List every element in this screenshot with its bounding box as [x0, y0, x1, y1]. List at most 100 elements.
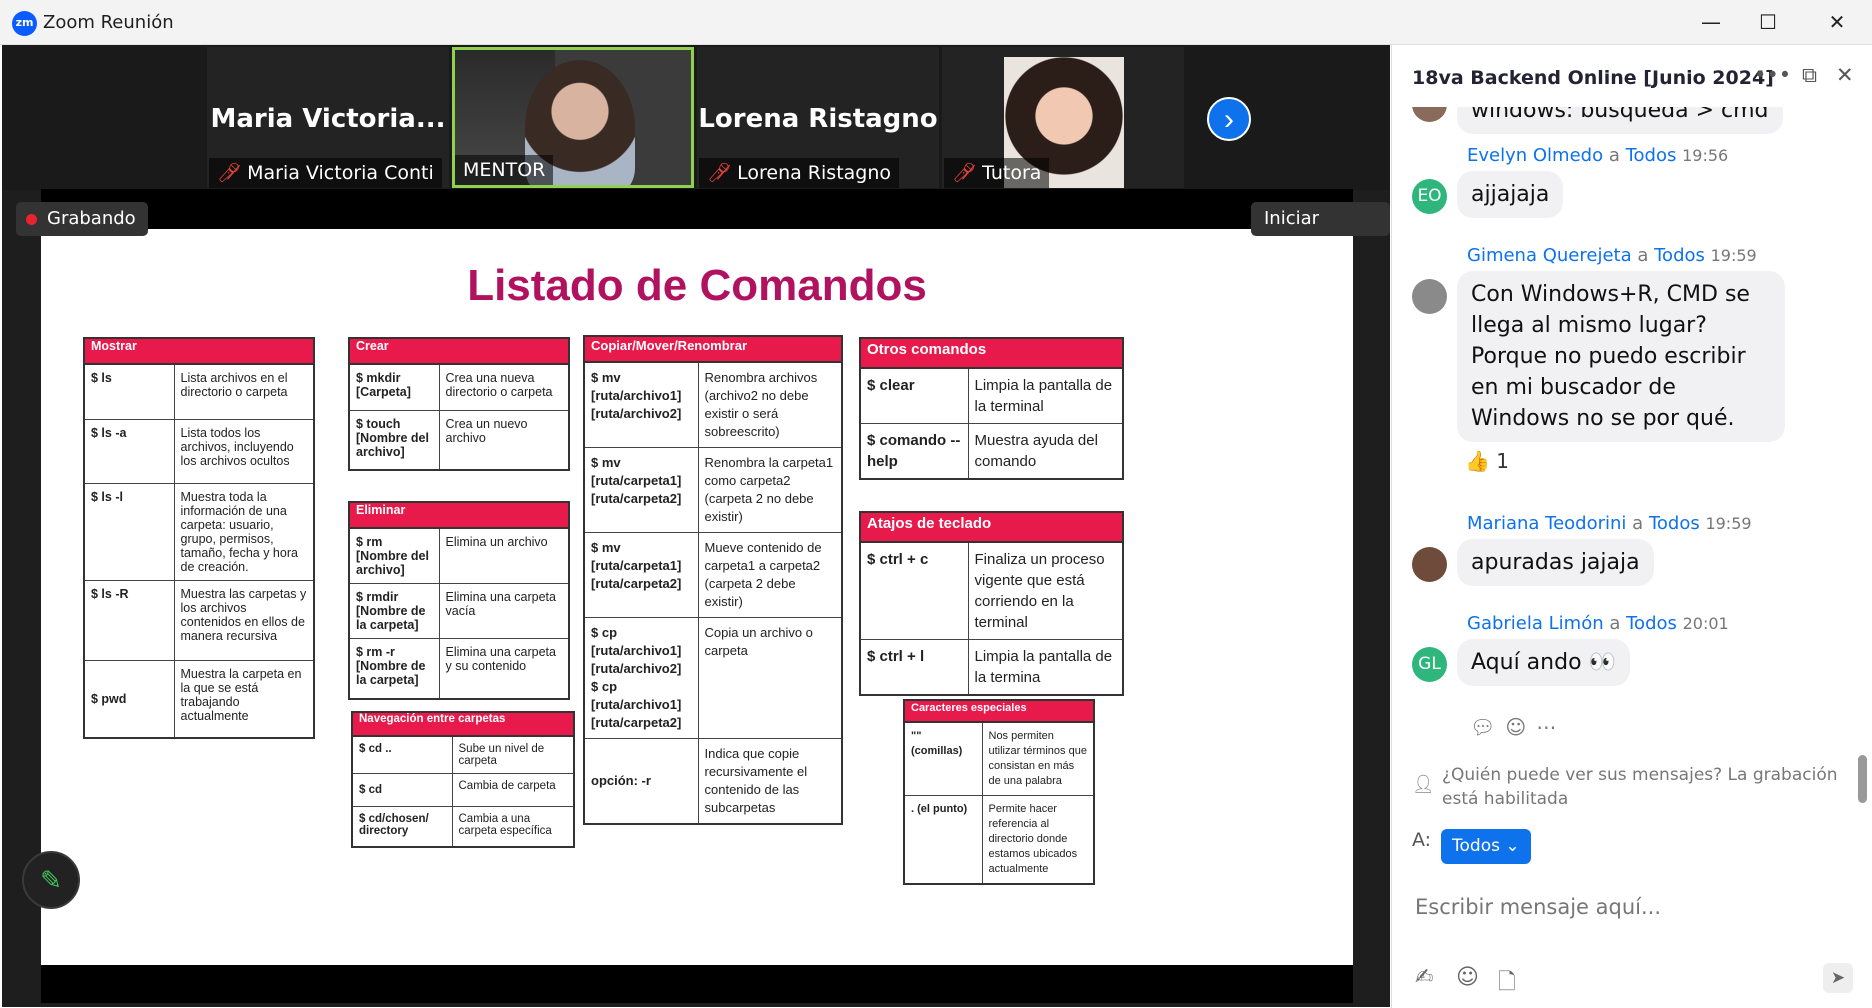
recording-indicator[interactable]: Grabando: [16, 202, 148, 236]
command-cell: $ mv [ruta/carpeta1] [ruta/carpeta2]: [583, 447, 699, 533]
message-meta: Gimena Querejeta a Todos 19:59: [1467, 245, 1757, 266]
description-cell: Cambia a una carpeta específica: [451, 806, 575, 847]
participant-name: Lorena Ristagno: [737, 162, 892, 184]
send-icon[interactable]: ➤: [1823, 963, 1853, 993]
command-cell: $ touch [Nombre del archivo]: [348, 409, 440, 471]
table-crear: Crear $ mkdir [Carpeta] Crea una nueva di…: [348, 337, 570, 471]
table-header: Mostrar: [83, 337, 315, 365]
annotate-pencil-button[interactable]: ✎: [22, 851, 80, 909]
sender-name[interactable]: Mariana Teodorini: [1467, 513, 1626, 534]
description-cell: Muestra ayuda del comando: [967, 423, 1124, 480]
muted-mic-icon: 🎤︎̸: [952, 162, 977, 184]
message-meta: Gabriela Limón a Todos 20:01: [1467, 613, 1729, 634]
recording-label: Grabando: [47, 208, 136, 229]
message-actions: 💬︎☺︎⋯: [1470, 715, 1566, 739]
command-cell: . (el punto): [903, 795, 983, 885]
reply-icon[interactable]: 💬︎: [1470, 715, 1505, 739]
chat-scrollbar[interactable]: [1858, 105, 1867, 805]
participant-name: MENTOR: [463, 159, 546, 181]
sender-name[interactable]: Evelyn Olmedo: [1467, 145, 1603, 166]
table-header: Copiar/Mover/Renombrar: [583, 335, 843, 363]
participant-tile[interactable]: Lorena Ristagno 🎤︎̸ Lorena Ristagno: [697, 47, 939, 188]
command-cell: $ ctrl + c: [859, 541, 969, 640]
command-cell: $ ls -a: [83, 418, 175, 484]
minimize-button[interactable]: —: [1679, 0, 1743, 45]
sign-in-button[interactable]: Iniciar sesión: [1251, 202, 1390, 263]
chevron-right-icon: ›: [1224, 103, 1234, 136]
pop-out-icon[interactable]: ⧉: [1802, 63, 1817, 88]
muted-mic-icon: 🎤︎̸: [217, 162, 242, 184]
recipient-dropdown[interactable]: Todos ⌄: [1441, 829, 1531, 864]
emoji-icon[interactable]: ☺︎: [1456, 965, 1479, 990]
recipient-name: Todos: [1654, 245, 1705, 266]
command-cell: $ ls -R: [83, 579, 175, 661]
message-bubble: apuradas jajaja: [1457, 539, 1654, 586]
table-header: Navegación entre carpetas: [351, 711, 575, 737]
message-time: 19:59: [1710, 246, 1757, 265]
message-meta: Mariana Teodorini a Todos 19:59: [1467, 513, 1752, 534]
participant-label: MENTOR: [455, 155, 554, 185]
presentation-slide: Listado de Comandos Mostrar $ ls Lista ar…: [41, 229, 1353, 965]
message-bubble: ajjajaja: [1457, 171, 1564, 218]
participant-tile[interactable]: Maria Victoria... 🎤︎̸ Maria Victoria Cont…: [207, 47, 449, 188]
privacy-person-icon: 👤︎: [1412, 774, 1435, 795]
description-cell: Indica que copie recursivamente el conte…: [697, 738, 843, 825]
table-copiar-mover: Copiar/Mover/Renombrar $ mv [ruta/archiv…: [583, 335, 843, 825]
command-cell: $ rmdir [Nombre de la carpeta]: [348, 583, 440, 639]
message-input[interactable]: [1415, 877, 1845, 937]
command-cell: $ mv [ruta/carpeta1] [ruta/carpeta2]: [583, 532, 699, 618]
recording-notice[interactable]: 👤︎ ¿Quién puede ver sus mensajes? La grab…: [1412, 763, 1852, 811]
sender-name[interactable]: Gimena Querejeta: [1467, 245, 1632, 266]
zoom-window: zm Zoom Reunión — ☐ ✕ Maria Victoria... …: [0, 0, 1872, 1008]
description-cell: Elimina una carpeta vacía: [438, 583, 570, 639]
participant-display-name: Lorena Ristagno: [698, 104, 938, 134]
muted-mic-icon: 🎤︎̸: [707, 162, 732, 184]
message-time: 19:56: [1682, 146, 1729, 165]
close-button[interactable]: ✕: [1805, 0, 1869, 45]
notice-text: ¿Quién puede ver sus mensajes? La grabac…: [1442, 765, 1838, 809]
more-options-icon[interactable]: •••: [1754, 63, 1791, 87]
description-cell: Permite hacer referencia al directorio d…: [981, 795, 1095, 885]
command-cell: $ rm [Nombre del archivo]: [348, 527, 440, 584]
table-otros-comandos: Otros comandos $ clear Limpia la pantalla…: [859, 337, 1124, 480]
command-cell: $ cp [ruta/archivo1] [ruta/archivo2] $ c…: [583, 617, 699, 739]
command-cell: $ cd/chosen/ directory: [351, 806, 453, 847]
table-header: Otros comandos: [859, 337, 1124, 369]
table-navegacion: Navegación entre carpetas $ cd .. Sube un…: [351, 711, 575, 848]
maximize-button[interactable]: ☐: [1736, 0, 1800, 45]
recipient-value: Todos: [1452, 836, 1500, 856]
participant-tile-active[interactable]: MENTOR: [452, 47, 694, 188]
message-bubble: Aquí ando 👀: [1457, 639, 1630, 686]
description-cell: Crea un nuevo archivo: [438, 409, 570, 471]
table-eliminar: Eliminar $ rm [Nombre del archivo] Elimin…: [348, 501, 570, 700]
file-icon[interactable]: 🗋: [1498, 965, 1516, 1003]
sender-name[interactable]: Gabriela Limón: [1467, 613, 1604, 634]
description-cell: Lista archivos en el directorio o carpet…: [173, 363, 315, 420]
slide-title: Listado de Comandos: [467, 261, 927, 310]
chat-header: 18va Backend Online [Junio 2024] ••• ⧉ ✕: [1392, 45, 1872, 107]
chat-message-list: windows: búsqueda > cmd Evelyn Olmedo a …: [1392, 107, 1862, 797]
description-cell: Copia un archivo o carpeta: [697, 617, 843, 739]
recipient-prefix: a: [1637, 245, 1649, 266]
add-reaction-icon[interactable]: ☺︎: [1505, 715, 1536, 739]
more-actions-icon[interactable]: ⋯: [1536, 715, 1566, 739]
chevron-down-icon: ⌄: [1505, 836, 1520, 856]
reaction-count: 1: [1496, 449, 1509, 473]
recipient-prefix: a: [1632, 513, 1644, 534]
command-cell: $ cd ..: [351, 735, 453, 774]
next-participants-button[interactable]: ›: [1207, 97, 1251, 141]
description-cell: Nos permiten utilizar términos que consi…: [981, 721, 1095, 796]
title-bar: zm Zoom Reunión — ☐ ✕: [0, 0, 1872, 45]
table-mostrar: Mostrar $ ls Lista archivos en el directo…: [83, 337, 315, 739]
command-cell: $ mv [ruta/archivo1] [ruta/archivo2]: [583, 361, 699, 448]
record-dot-icon: [26, 213, 37, 225]
recipient-name: Todos: [1626, 613, 1677, 634]
description-cell: Muestra toda la información de una carpe…: [173, 482, 315, 581]
scrollbar-thumb[interactable]: [1858, 755, 1867, 803]
participant-label: 🎤︎̸ Tutora: [944, 158, 1050, 188]
format-text-icon[interactable]: ✍︎: [1415, 965, 1433, 990]
close-chat-icon[interactable]: ✕: [1836, 63, 1854, 87]
participant-display-name: Maria Victoria...: [210, 104, 446, 134]
reaction[interactable]: 👍 1: [1465, 449, 1509, 473]
participant-tile[interactable]: 🎤︎̸ Tutora: [942, 47, 1184, 188]
